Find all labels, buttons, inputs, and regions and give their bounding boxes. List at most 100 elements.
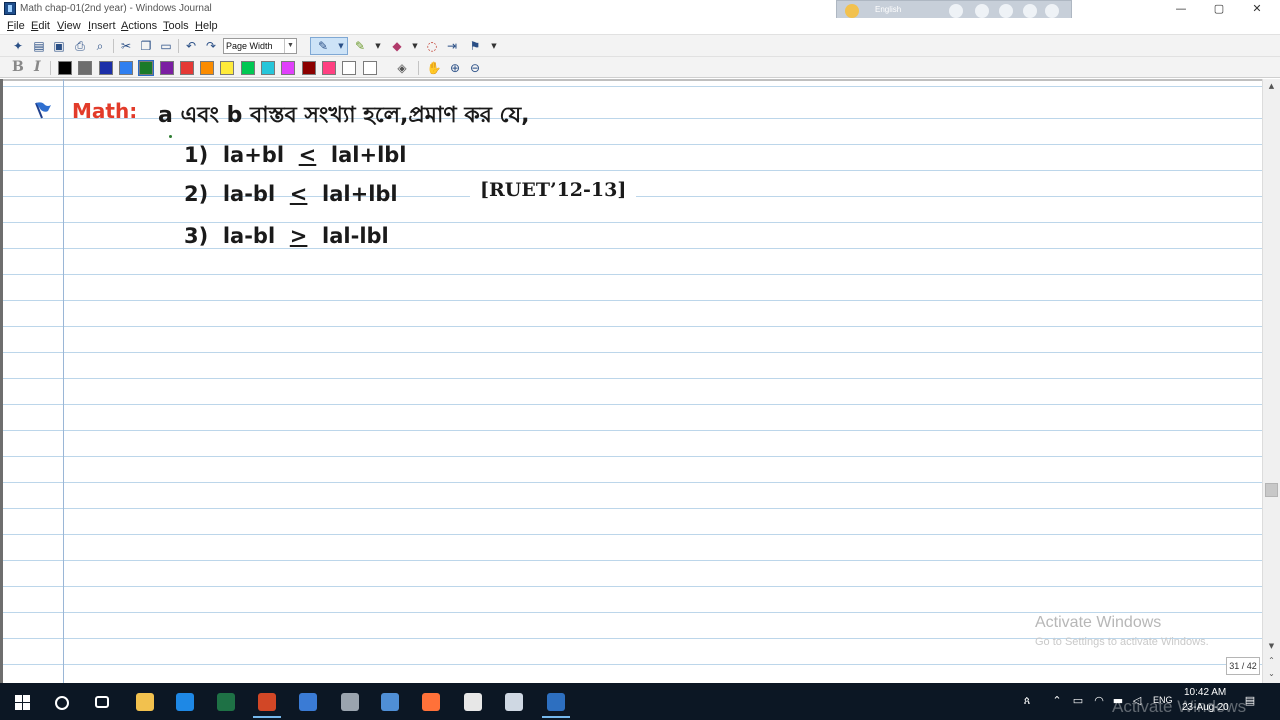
zoom-in-icon[interactable]: ⊕: [447, 60, 463, 76]
chevron-down-icon[interactable]: ▼: [284, 39, 296, 53]
redo-icon[interactable]: ↷: [203, 38, 219, 54]
menu-edit[interactable]: Edit: [31, 20, 50, 32]
scroll-down-icon[interactable]: ▼: [1263, 640, 1280, 652]
chevron-down-icon[interactable]: ▼: [407, 38, 423, 54]
pen-button[interactable]: ✎ ▼: [310, 37, 348, 55]
eraser-icon[interactable]: ◆: [389, 38, 405, 54]
color-swatch[interactable]: [281, 61, 296, 75]
menu-actions[interactable]: Actions: [121, 20, 157, 32]
chevron-down-icon[interactable]: ▼: [333, 38, 349, 54]
close-button[interactable]: ✕: [1238, 0, 1276, 18]
save-icon[interactable]: ▣: [51, 38, 67, 54]
ime-icon[interactable]: [845, 4, 859, 18]
color-swatch[interactable]: [220, 61, 235, 75]
search-button[interactable]: [42, 686, 82, 718]
taskbar-store-button[interactable]: [288, 686, 328, 718]
wifi-icon[interactable]: ◠: [1092, 694, 1106, 708]
problem-statement: a এবং b বাস্তব সংখ্যা হলে,প্রমাণ কর যে,: [158, 103, 530, 128]
color-swatch[interactable]: [240, 61, 255, 75]
zoom-select[interactable]: Page Width ▼: [223, 38, 297, 54]
pan-hand-icon[interactable]: ✋: [426, 60, 442, 76]
people-icon[interactable]: ጰ: [1020, 694, 1034, 708]
taskbar-windows-journal-button[interactable]: [536, 686, 576, 718]
print-icon[interactable]: ⎙: [72, 38, 88, 54]
taskbar-powerpoint-button[interactable]: [247, 686, 287, 718]
color-swatch[interactable]: [261, 61, 275, 75]
flag-icon[interactable]: [32, 101, 52, 119]
color-swatch[interactable]: [342, 61, 357, 75]
color-swatch[interactable]: [200, 61, 215, 75]
undo-icon[interactable]: ↶: [183, 38, 199, 54]
taskbar-excel-button[interactable]: [206, 686, 246, 718]
search-icon: [55, 696, 69, 710]
highlighter-icon[interactable]: ✎: [352, 38, 368, 54]
onedrive-icon[interactable]: ▭: [1071, 694, 1085, 708]
taskbar-paint-button[interactable]: [453, 686, 493, 718]
inequality-operator: <: [298, 143, 317, 167]
zoom-out-icon[interactable]: ⊖: [467, 60, 483, 76]
pen-input-icon[interactable]: [949, 4, 963, 18]
taskbar-edge-button[interactable]: [165, 686, 205, 718]
flag-icon[interactable]: ⚑: [467, 38, 483, 54]
show-hidden-icons[interactable]: ⌃: [1050, 694, 1064, 708]
cut-icon[interactable]: ✂: [118, 38, 134, 54]
windows-journal-icon: [547, 693, 565, 711]
vertical-scrollbar[interactable]: ▲ ▼ ⌃ ⌄: [1262, 79, 1280, 683]
color-swatch[interactable]: [58, 61, 72, 75]
find-icon[interactable]: ⌕: [92, 38, 108, 54]
toolbar-separator: [50, 61, 51, 75]
color-swatch[interactable]: [118, 61, 133, 75]
inequality-number: 2): [184, 182, 209, 206]
italic-button[interactable]: I: [34, 59, 41, 75]
next-page-icon[interactable]: ⌄: [1263, 668, 1280, 680]
scroll-thumb[interactable]: [1265, 483, 1278, 497]
refresh-icon[interactable]: [1023, 4, 1037, 18]
chevron-down-icon[interactable]: ▼: [370, 38, 386, 54]
insert-space-icon[interactable]: ⇥: [444, 38, 460, 54]
settings-icon[interactable]: [999, 4, 1013, 18]
paste-icon[interactable]: ▭: [158, 38, 174, 54]
pen-icon: ✎: [317, 39, 329, 53]
taskbar-notepad-button[interactable]: [494, 686, 534, 718]
start-button[interactable]: [2, 686, 42, 718]
maximize-button[interactable]: ▢: [1200, 0, 1238, 18]
color-swatch[interactable]: [362, 61, 377, 75]
paint-icon: [464, 693, 482, 711]
lasso-select-icon[interactable]: ◌: [424, 38, 440, 54]
task-view-button[interactable]: [82, 686, 122, 718]
bold-button[interactable]: B: [12, 59, 24, 75]
windows-journal-window: Math chap-01(2nd year) - Windows Journal…: [0, 0, 1280, 720]
menu-bar: File Edit View Insert Actions Tools Help: [0, 18, 1280, 34]
help-icon[interactable]: [1045, 4, 1059, 18]
menu-help[interactable]: Help: [195, 20, 218, 32]
new-note-icon[interactable]: ✦: [10, 38, 26, 54]
color-swatch[interactable]: [321, 61, 336, 75]
taskbar-journal-taskbar-button[interactable]: [370, 686, 410, 718]
scroll-up-icon[interactable]: ▲: [1263, 79, 1280, 93]
previous-page-icon[interactable]: ⌃: [1263, 655, 1280, 667]
color-swatch[interactable]: [301, 61, 316, 75]
taskbar-file-explorer-button[interactable]: [125, 686, 165, 718]
color-swatch[interactable]: [98, 61, 113, 75]
menu-view[interactable]: View: [57, 20, 81, 32]
color-swatch[interactable]: [138, 60, 155, 76]
color-swatch[interactable]: [159, 61, 174, 75]
taskbar-firefox-button[interactable]: [411, 686, 451, 718]
color-picker-icon[interactable]: ◈: [394, 60, 410, 76]
tools-icon[interactable]: [975, 4, 989, 18]
chevron-down-icon[interactable]: ▼: [486, 38, 502, 54]
color-swatch[interactable]: [179, 61, 194, 75]
color-swatch[interactable]: [78, 61, 93, 75]
minimize-button[interactable]: —: [1162, 0, 1200, 18]
open-note-icon[interactable]: ▤: [31, 38, 47, 54]
menu-file[interactable]: File: [7, 20, 25, 32]
menu-insert[interactable]: Insert: [88, 20, 116, 32]
standard-toolbar: ✦ ▤ ▣ ⎙ ⌕ ✂ ❐ ▭ ↶ ↷ Page Width ▼ ✎ ▼ ✎ ▼…: [0, 34, 1280, 56]
firefox-icon: [422, 693, 440, 711]
language-label[interactable]: English: [875, 5, 901, 14]
taskbar-camera-button[interactable]: [330, 686, 370, 718]
menu-tools[interactable]: Tools: [163, 20, 189, 32]
copy-icon[interactable]: ❐: [138, 38, 154, 54]
note-page[interactable]: [0, 79, 1262, 683]
inequality-left: la-bl: [222, 224, 276, 248]
